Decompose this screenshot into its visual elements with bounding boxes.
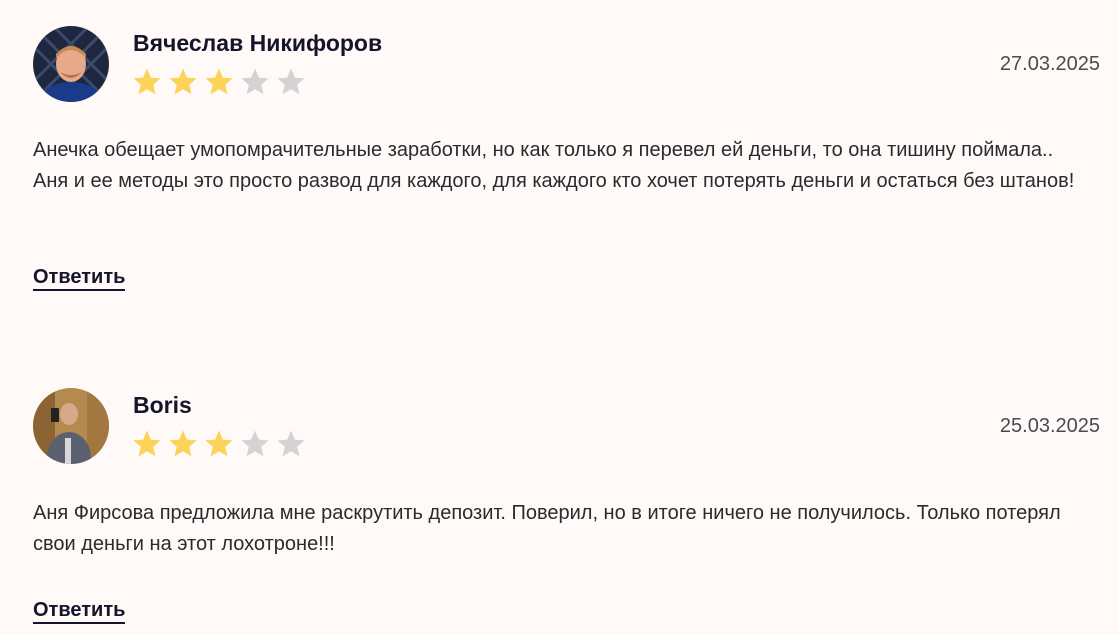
avatar	[33, 388, 109, 464]
review-author: Вячеслав Никифоров	[133, 30, 383, 56]
star-empty-icon	[241, 430, 269, 457]
star-empty-icon	[241, 68, 269, 95]
star-filled-icon	[205, 430, 233, 457]
star-filled-icon	[133, 430, 161, 457]
star-filled-icon	[169, 430, 197, 457]
review-date: 27.03.2025	[999, 53, 1100, 75]
review-text: Анечка обещает умопомрачительные заработ…	[33, 139, 1075, 192]
star-filled-icon	[169, 68, 197, 95]
reply-link[interactable]: Ответить	[33, 599, 126, 624]
review-text: Аня Фирсова предложила мне раскрутить де…	[33, 502, 1061, 555]
rating-stars	[131, 66, 307, 100]
star-empty-icon	[277, 430, 305, 457]
star-filled-icon	[133, 68, 161, 95]
star-empty-icon	[277, 68, 305, 95]
review-date: 25.03.2025	[999, 415, 1100, 437]
review-author: Boris	[133, 392, 192, 418]
reply-link[interactable]: Ответить	[33, 266, 126, 291]
avatar	[33, 26, 109, 102]
rating-stars	[131, 428, 307, 462]
star-filled-icon	[205, 68, 233, 95]
